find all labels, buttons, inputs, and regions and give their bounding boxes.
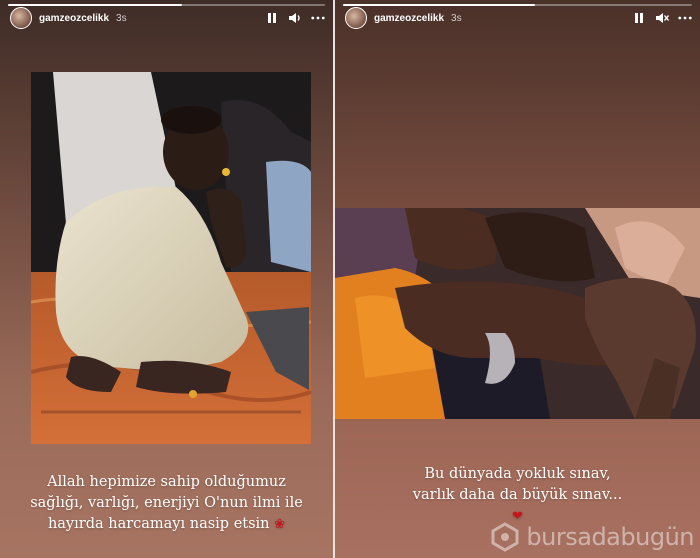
pause-icon[interactable] [632, 11, 646, 25]
mute-icon[interactable] [655, 11, 669, 25]
caption-line: varlık daha da büyük sınav... [412, 487, 623, 503]
caption-line: hayırda harcamayı nasip etsin [47, 516, 270, 532]
watermark: bursadabugün [490, 522, 694, 552]
rose-icon: ❀ [274, 517, 286, 532]
volume-icon[interactable] [288, 11, 302, 25]
story-header: gamzeozcelikk 3s [10, 7, 325, 29]
story-caption: Bu dünyada yokluk sınav, varlık daha da … [345, 464, 690, 527]
watermark-logo-icon [491, 522, 519, 552]
story-header: gamzeozcelikk 3s [345, 7, 692, 29]
story-photo [31, 72, 311, 444]
timestamp: 3s [451, 12, 462, 24]
avatar[interactable] [10, 7, 32, 29]
caption-line: Allah hepimize sahip olduğumuz [47, 474, 286, 490]
more-options-icon[interactable] [311, 11, 325, 25]
username[interactable]: gamzeozcelikk [39, 13, 109, 24]
more-options-icon[interactable] [678, 11, 692, 25]
story-photo [335, 208, 700, 419]
timestamp: 3s [116, 12, 127, 24]
caption-line: Bu dünyada yokluk sınav, [424, 466, 611, 482]
watermark-text: bursadabugün [526, 523, 694, 551]
story-caption: Allah hepimize sahip olduğumuz sağlığı, … [10, 472, 323, 535]
story-progress-bar [8, 4, 325, 6]
story-progress-bar [343, 4, 692, 6]
username[interactable]: gamzeozcelikk [374, 13, 444, 24]
pause-icon[interactable] [265, 11, 279, 25]
caption-line: sağlığı, varlığı, enerjiyi O'nun ilmi il… [30, 495, 303, 511]
story-panel-left[interactable]: gamzeozcelikk 3s Allah hepimize sahip ol… [0, 0, 333, 558]
avatar[interactable] [345, 7, 367, 29]
